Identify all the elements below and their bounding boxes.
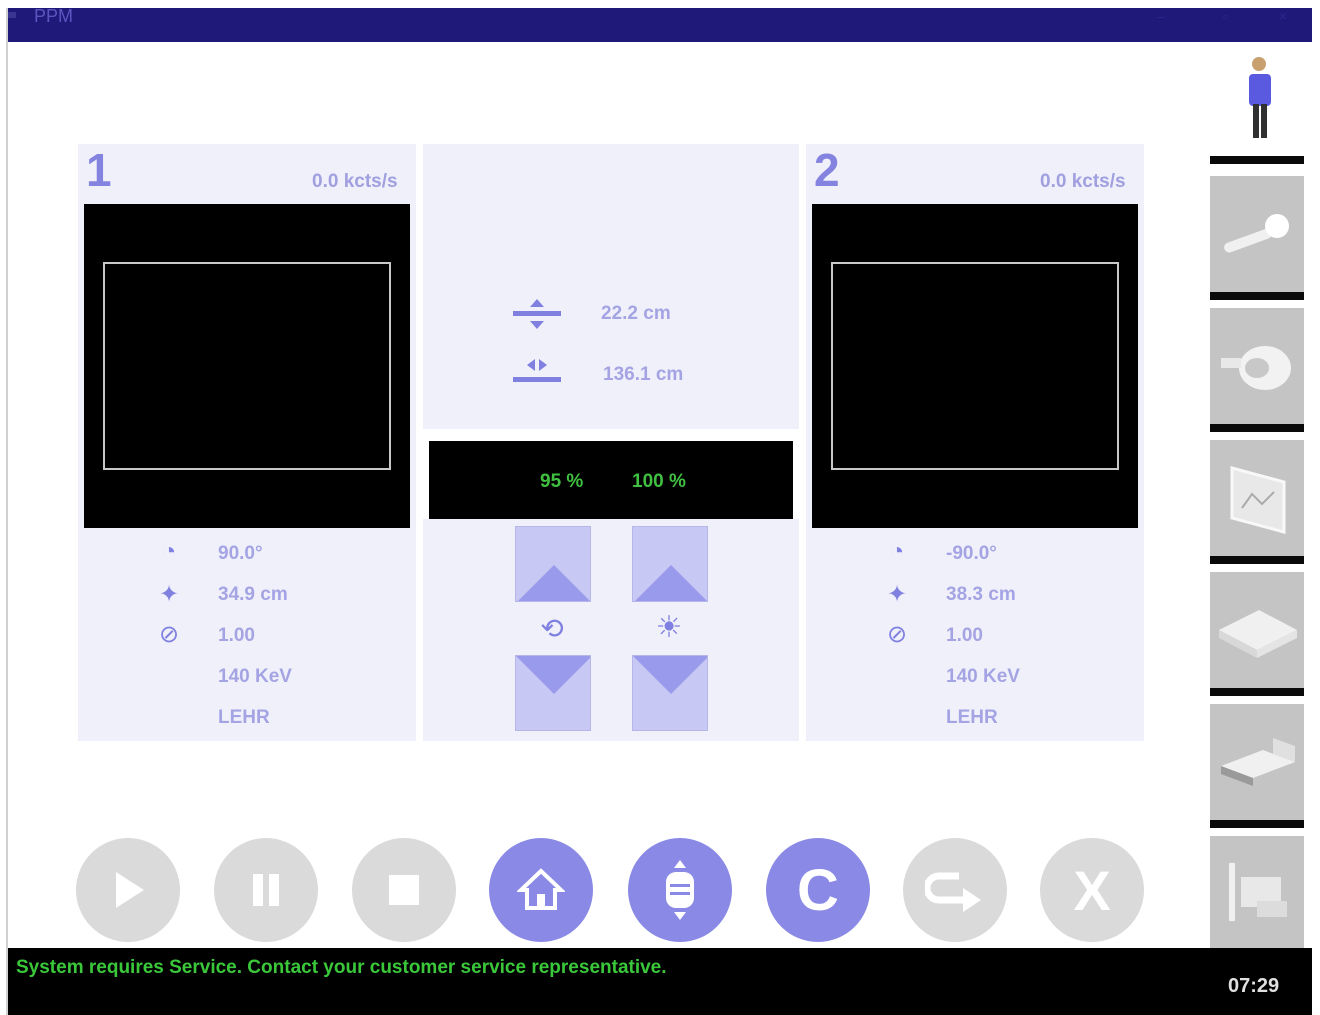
brightness-percent: 100 % — [632, 471, 686, 492]
detector2-collimator: LEHR — [946, 707, 998, 728]
table-in-out-value: 136.1 cm — [603, 364, 684, 385]
detector1-fov-frame — [103, 262, 391, 470]
detector1-zoom: 1.00 — [218, 625, 255, 646]
redo-arrow-icon — [925, 872, 981, 912]
rotation-speed-up-button[interactable] — [515, 526, 591, 602]
detector2-zoom: 1.00 — [946, 625, 983, 646]
home-button[interactable] — [489, 838, 593, 942]
zoom-icon: ⊘ — [158, 621, 180, 648]
pause-button[interactable] — [214, 838, 318, 942]
table-position-button[interactable] — [628, 838, 732, 942]
detector1-angle: 90.0° — [218, 543, 263, 564]
home-icon — [517, 868, 565, 910]
window-left-border — [0, 8, 8, 1015]
detector2-angle: -90.0° — [946, 543, 997, 564]
sidebar-table-button[interactable] — [1210, 704, 1304, 828]
status-message: System requires Service. Contact your cu… — [16, 957, 667, 978]
play-icon — [116, 872, 144, 908]
table-height-icon — [511, 297, 563, 331]
sidebar-probe-button[interactable] — [1210, 176, 1304, 300]
probe-icon — [1224, 214, 1289, 253]
sidebar-service-button[interactable] — [1210, 836, 1304, 948]
detector1-collimator: LEHR — [218, 707, 270, 728]
rotation-angle-icon: ◔ — [161, 538, 177, 565]
title-bar — [8, 8, 1312, 42]
sidebar-detector-button[interactable] — [1210, 308, 1304, 432]
close-icon[interactable]: × — [1268, 5, 1298, 27]
play-button[interactable] — [76, 838, 180, 942]
sidebar-collimator-tray-button[interactable] — [1210, 572, 1304, 696]
service-icon — [1229, 863, 1287, 921]
adjust-panel — [423, 519, 799, 741]
patient-icon — [1249, 57, 1271, 138]
detector1-energy: 140 KeV — [218, 666, 292, 687]
rotation-angle-icon: ◔ — [889, 538, 905, 565]
detector2-radius: 38.3 cm — [946, 584, 1016, 605]
pause-icon — [253, 874, 279, 906]
radius-icon: ✦ — [158, 581, 180, 608]
stop-button[interactable] — [352, 838, 456, 942]
table-position-icon — [666, 860, 694, 920]
monitor-icon — [1230, 466, 1286, 534]
detector1-radius: 34.9 cm — [218, 584, 288, 605]
zoom-icon: ⊘ — [886, 621, 908, 648]
brightness-up-button[interactable] — [632, 526, 708, 602]
clear-button[interactable]: C — [766, 838, 870, 942]
next-button[interactable] — [903, 838, 1007, 942]
window-title: PPM — [34, 6, 74, 26]
table-position-panel — [423, 144, 799, 429]
rotation-speed-down-button[interactable] — [515, 655, 591, 731]
clock: 07:29 — [1228, 975, 1280, 997]
sidebar-monitor-button[interactable] — [1210, 440, 1304, 564]
detector1-count-rate: 0.0 kcts/s — [312, 171, 398, 192]
collimator-tray-icon — [1219, 610, 1297, 658]
restore-icon[interactable]: ▫ — [1210, 5, 1240, 27]
speed-display — [429, 441, 793, 519]
table-icon — [1221, 738, 1295, 786]
radius-icon: ✦ — [886, 581, 908, 608]
brightness-icon: ☀ — [655, 611, 683, 644]
table-in-out-icon — [511, 357, 563, 387]
table-height-value: 22.2 cm — [601, 303, 671, 324]
stop-icon — [389, 875, 419, 905]
exit-button[interactable]: X — [1040, 838, 1144, 942]
detector2-count-rate: 0.0 kcts/s — [1040, 171, 1126, 192]
detector-icon — [1221, 346, 1291, 390]
rotation-speed-percent: 95 % — [540, 471, 584, 492]
detector2-number: 2 — [814, 144, 840, 196]
detector2-fov-frame — [831, 262, 1119, 470]
detector2-energy: 140 KeV — [946, 666, 1020, 687]
brightness-down-button[interactable] — [632, 655, 708, 731]
sidebar-patient-button[interactable] — [1210, 42, 1304, 164]
rotation-icon: ⟲ — [540, 613, 564, 644]
minimize-icon[interactable]: – — [1146, 5, 1176, 27]
detector1-number: 1 — [86, 144, 112, 196]
